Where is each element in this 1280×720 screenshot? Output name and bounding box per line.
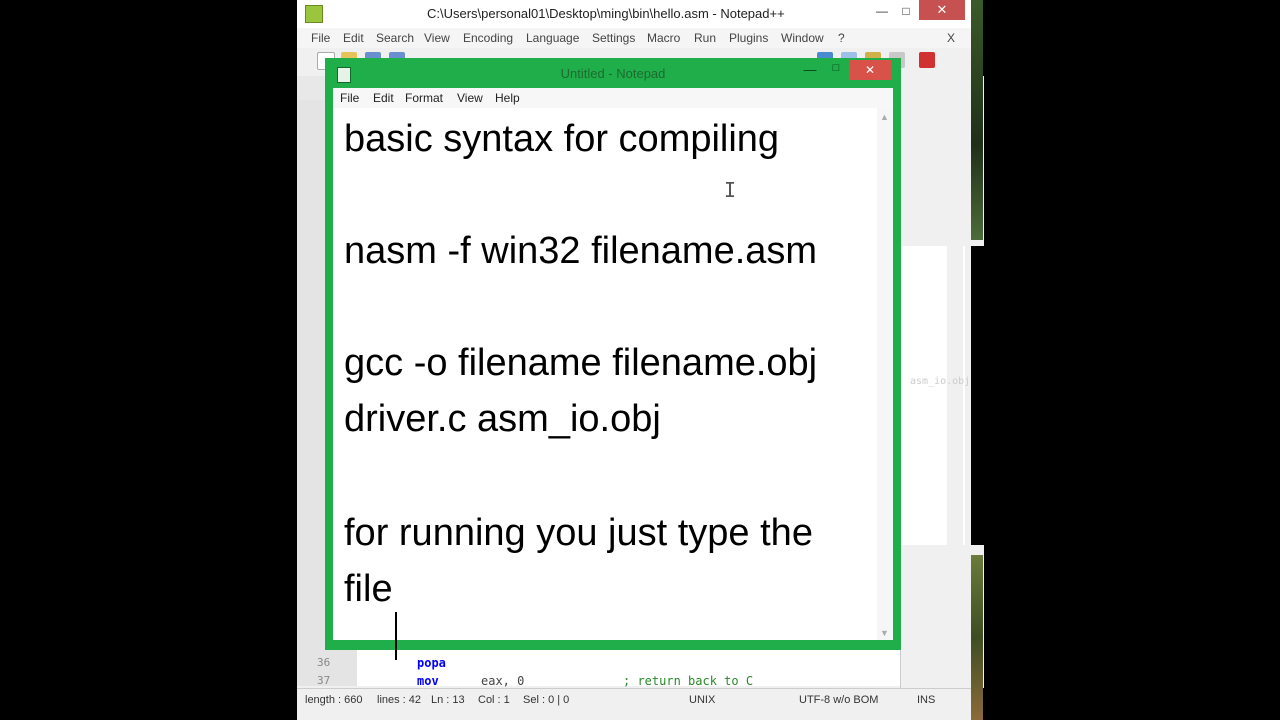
- menu-format[interactable]: Format: [405, 91, 443, 105]
- notepad-menubar: File Edit Format View Help: [333, 88, 893, 108]
- menu-settings[interactable]: Settings: [592, 31, 635, 45]
- menu-search[interactable]: Search: [376, 31, 414, 45]
- notepad-vertical-scrollbar[interactable]: ▲ ▼: [877, 108, 893, 640]
- close-document-icon[interactable]: X: [947, 31, 955, 45]
- status-mode: INS: [917, 694, 936, 706]
- menu-help[interactable]: Help: [495, 91, 520, 105]
- status-ln: Ln : 13: [431, 694, 465, 706]
- background-image: [971, 0, 983, 240]
- close-icon[interactable]: ✕: [849, 60, 891, 80]
- notepad-window: Untitled - Notepad — □ ✕ File Edit Forma…: [325, 58, 901, 660]
- code-keyword: popa: [417, 656, 446, 670]
- console-output: asm_io.obj: [910, 376, 971, 387]
- text-line: basic syntax for compiling: [344, 118, 780, 160]
- ibeam-cursor-icon: I: [724, 178, 737, 202]
- notepadpp-app-icon: [305, 5, 323, 23]
- menu-language[interactable]: Language: [526, 31, 579, 45]
- menu-file[interactable]: File: [311, 31, 330, 45]
- maximize-icon[interactable]: □: [825, 62, 847, 78]
- background-image: [971, 555, 983, 720]
- line-number: 37: [317, 674, 331, 687]
- code-keyword: mov: [417, 674, 439, 688]
- text-line: nasm -f win32 filename.asm: [344, 230, 818, 272]
- notepadpp-title: C:\Users\personal01\Desktop\ming\bin\hel…: [427, 6, 785, 21]
- status-length: length : 660: [305, 694, 363, 706]
- close-icon[interactable]: ✕: [919, 0, 965, 20]
- status-encoding: UTF-8 w/o BOM: [799, 694, 879, 706]
- scroll-up-icon[interactable]: ▲: [880, 112, 889, 122]
- menu-plugins[interactable]: Plugins: [729, 31, 768, 45]
- text-line: for running you just type the: [344, 512, 813, 554]
- status-eol: UNIX: [689, 694, 716, 706]
- menu-file[interactable]: File: [340, 91, 359, 105]
- text-line: gcc -o filename filename.obj: [344, 342, 818, 384]
- code-comment: ; return back to C: [623, 674, 754, 688]
- record-macro-icon[interactable]: [919, 52, 935, 68]
- notepad-titlebar[interactable]: Untitled - Notepad — □ ✕: [325, 58, 901, 88]
- menu-macro[interactable]: Macro: [647, 31, 680, 45]
- text-caret: [395, 612, 397, 660]
- line-number: 36: [317, 656, 331, 669]
- notepadpp-statusbar: length : 660 lines : 42 Ln : 13 Col : 1 …: [297, 688, 971, 713]
- notepad-text-area[interactable]: basic syntax for compiling nasm -f win32…: [333, 108, 893, 660]
- minimize-icon[interactable]: —: [799, 62, 821, 78]
- text-line: driver.c asm_io.obj: [344, 398, 661, 440]
- text-line: file: [344, 568, 393, 610]
- maximize-icon[interactable]: □: [895, 2, 917, 20]
- status-col: Col : 1: [478, 694, 510, 706]
- scroll-down-icon[interactable]: ▼: [880, 628, 889, 638]
- status-lines: lines : 42: [377, 694, 422, 706]
- menu-window[interactable]: Window: [781, 31, 824, 45]
- menu-help[interactable]: ?: [838, 31, 845, 45]
- notepadpp-menubar: File Edit Search View Encoding Language …: [297, 28, 971, 48]
- status-sel: Sel : 0 | 0: [523, 694, 570, 706]
- menu-edit[interactable]: Edit: [373, 91, 394, 105]
- code-operands: eax, 0: [481, 674, 525, 688]
- menu-run[interactable]: Run: [694, 31, 716, 45]
- menu-view[interactable]: View: [457, 91, 483, 105]
- menu-encoding[interactable]: Encoding: [463, 31, 513, 45]
- notepadpp-titlebar[interactable]: C:\Users\personal01\Desktop\ming\bin\hel…: [297, 0, 971, 28]
- menu-edit[interactable]: Edit: [343, 31, 364, 45]
- minimize-icon[interactable]: —: [871, 2, 893, 20]
- menu-view[interactable]: View: [424, 31, 450, 45]
